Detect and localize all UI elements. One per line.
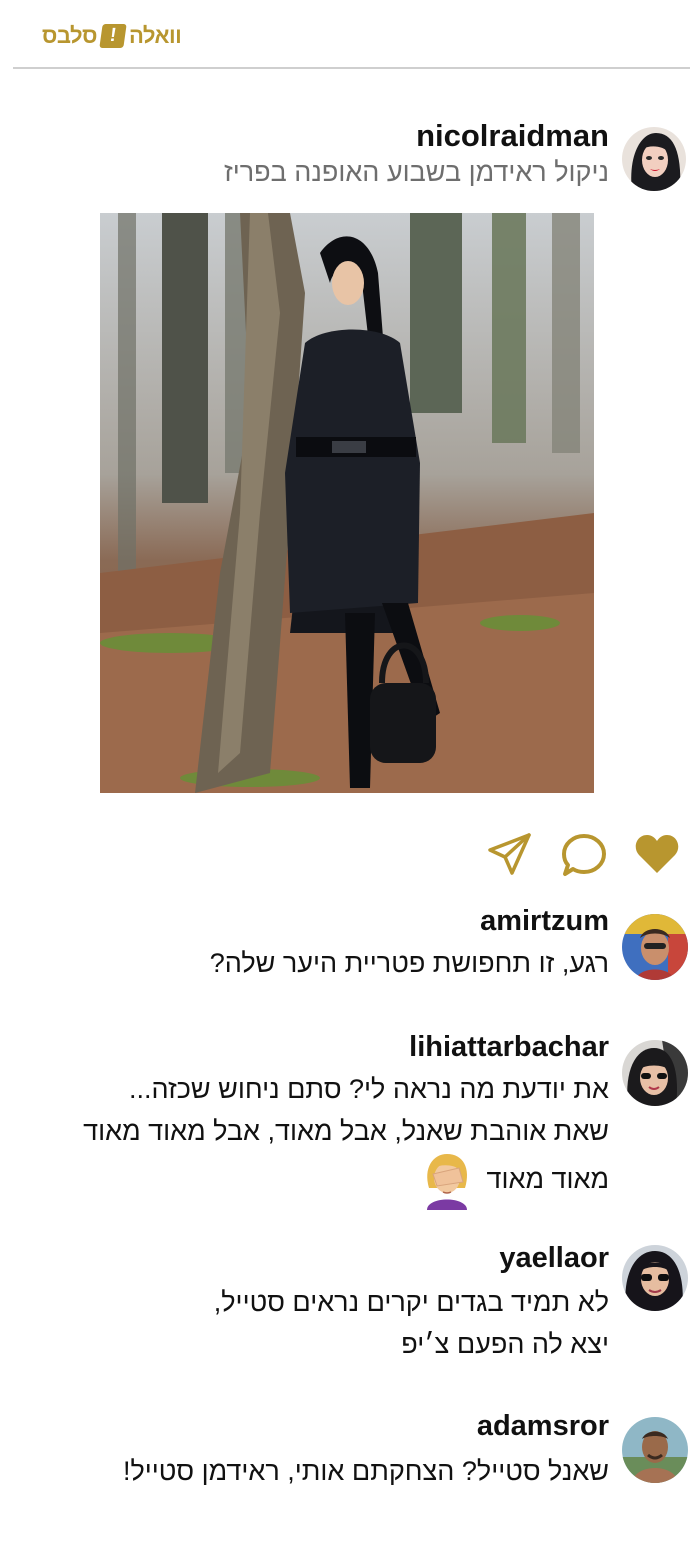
logo-text-walla: וואלה bbox=[128, 23, 182, 48]
header-divider bbox=[13, 67, 690, 69]
comment-text: לא תמיד בגדים יקרים נראים סטייל, יצא לה … bbox=[214, 1281, 609, 1365]
comment-username[interactable]: adamsror bbox=[477, 1410, 609, 1443]
comment-avatar[interactable] bbox=[622, 1417, 688, 1483]
comment-text: רגע, זו תחפושת פטריית היער שלה? bbox=[210, 942, 609, 984]
comment-button[interactable] bbox=[560, 831, 608, 879]
post-username[interactable]: nicolraidman bbox=[416, 118, 609, 154]
comment-text: שאנל סטייל? הצחקתם אותי, ראידמן סטייל! bbox=[123, 1450, 609, 1492]
send-icon bbox=[488, 833, 531, 875]
comment-username[interactable]: lihiattarbachar bbox=[409, 1031, 609, 1064]
comment-avatar[interactable] bbox=[622, 1245, 688, 1311]
post-photo bbox=[100, 213, 594, 793]
comment-line: רגע, זו תחפושת פטריית היער שלה? bbox=[209, 948, 609, 978]
comment-line: מאוד מאוד bbox=[486, 1164, 609, 1195]
walla-celebs-logo[interactable]: וואלה ! סלבס bbox=[42, 22, 182, 50]
post-avatar[interactable] bbox=[622, 127, 686, 191]
comment-username[interactable]: amirtzum bbox=[480, 905, 609, 938]
share-button[interactable] bbox=[486, 830, 534, 878]
facepalm-emoji bbox=[427, 1154, 468, 1210]
comment-line: שאת אוהבת שאנל, אבל מאוד, אבל מאוד מאוד bbox=[83, 1116, 609, 1146]
comment-avatar[interactable] bbox=[622, 914, 688, 980]
comment-line: שאנל סטייל? הצחקתם אותי, ראידמן סטייל! bbox=[122, 1456, 609, 1486]
comment-icon bbox=[562, 834, 606, 876]
header: וואלה ! סלבס bbox=[0, 0, 700, 69]
comment-username[interactable]: yaellaor bbox=[499, 1242, 609, 1275]
logo-text-celebs: סלבס bbox=[42, 23, 97, 48]
comment-line-with-emoji: מאוד מאוד bbox=[83, 1152, 609, 1210]
logo-mark: ! bbox=[99, 24, 127, 48]
comment-avatar[interactable] bbox=[622, 1040, 688, 1106]
post-caption: ניקול ראידמן בשבוע האופנה בפריז bbox=[223, 157, 609, 187]
comment-line: יצא לה הפעם צ׳יפ bbox=[401, 1329, 609, 1359]
heart-icon bbox=[635, 835, 679, 873]
comment-text: את יודעת מה נראה לי? סתם ניחוש שכזה... ש… bbox=[83, 1068, 609, 1210]
comment-line: לא תמיד בגדים יקרים נראים סטייל, bbox=[213, 1287, 609, 1317]
comment-line: את יודעת מה נראה לי? סתם ניחוש שכזה... bbox=[128, 1074, 609, 1104]
like-button[interactable] bbox=[633, 830, 681, 878]
